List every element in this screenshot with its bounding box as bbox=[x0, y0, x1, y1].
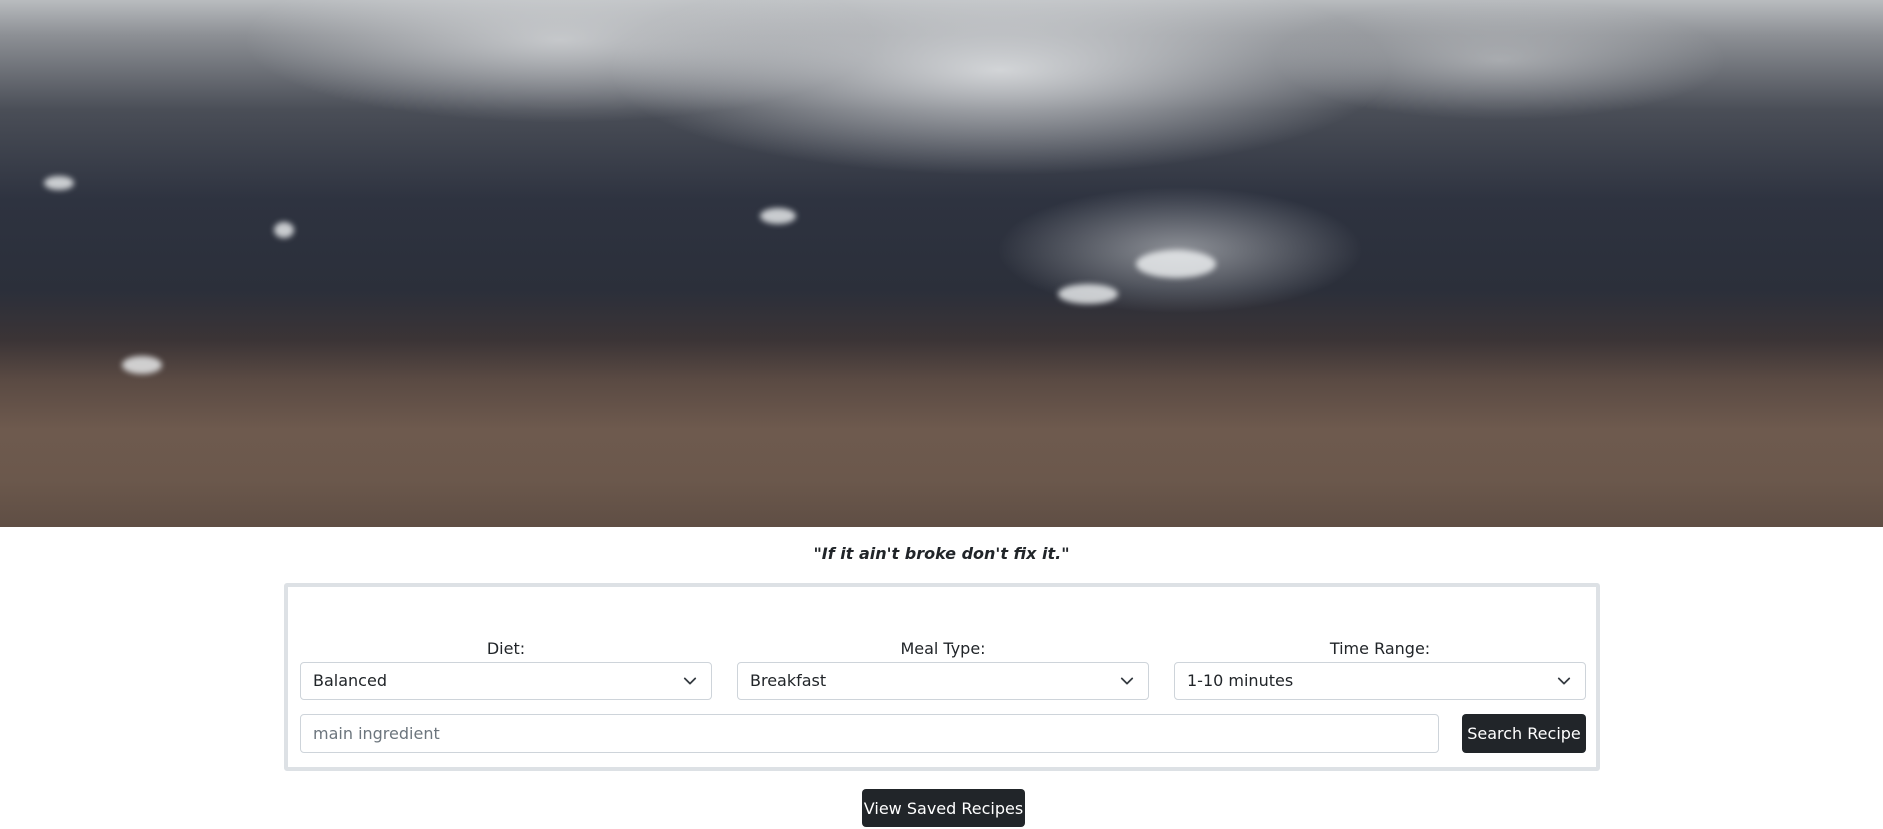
diet-label: Diet: bbox=[486, 639, 526, 658]
hero-banner-image bbox=[0, 0, 1883, 527]
diet-field: Diet: Balanced bbox=[300, 639, 712, 700]
chevron-down-icon bbox=[1120, 677, 1134, 685]
meal-type-select[interactable]: Breakfast bbox=[737, 662, 1149, 700]
diet-select[interactable]: Balanced bbox=[300, 662, 712, 700]
diet-selected-value: Balanced bbox=[313, 671, 387, 690]
recipe-search-card: Diet: Balanced Meal Type: Breakfast Time… bbox=[284, 583, 1600, 771]
hero-sparkle bbox=[1058, 284, 1118, 304]
meal-type-selected-value: Breakfast bbox=[750, 671, 827, 690]
hero-sparkle bbox=[44, 176, 74, 190]
chevron-down-icon bbox=[683, 677, 697, 685]
hero-sparkle bbox=[760, 208, 796, 224]
time-range-field: Time Range: 1-10 minutes bbox=[1174, 639, 1586, 700]
hero-sparkle bbox=[1136, 250, 1216, 278]
main-ingredient-input[interactable] bbox=[300, 714, 1439, 753]
chevron-down-icon bbox=[1557, 677, 1571, 685]
time-range-label: Time Range: bbox=[1329, 639, 1431, 658]
quote-text: "If it ain't broke don't fix it." bbox=[813, 544, 1070, 563]
meal-type-field: Meal Type: Breakfast bbox=[737, 639, 1149, 700]
meal-type-label: Meal Type: bbox=[900, 639, 986, 658]
search-recipe-button[interactable]: Search Recipe bbox=[1462, 714, 1586, 753]
hero-sparkle bbox=[122, 356, 162, 374]
time-range-select[interactable]: 1-10 minutes bbox=[1174, 662, 1586, 700]
view-saved-recipes-button[interactable]: View Saved Recipes bbox=[862, 789, 1025, 827]
time-range-selected-value: 1-10 minutes bbox=[1187, 671, 1294, 690]
hero-sparkle bbox=[274, 222, 294, 238]
